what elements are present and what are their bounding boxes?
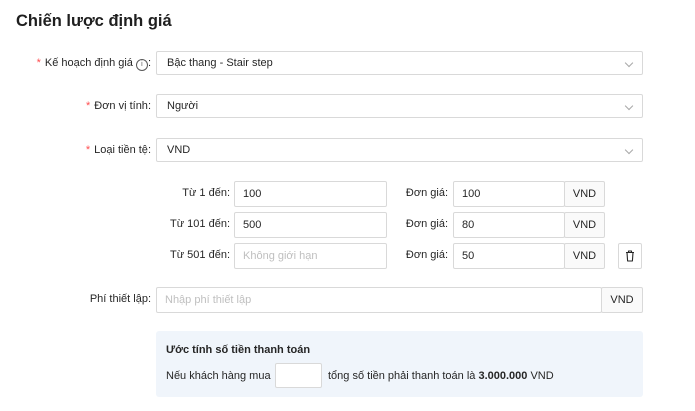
tier-1-currency-addon: VND bbox=[564, 181, 605, 207]
tier-3-currency-addon: VND bbox=[564, 243, 605, 269]
colon: : bbox=[147, 100, 151, 112]
tier-1-price-input[interactable]: 100 bbox=[453, 181, 565, 207]
tier-2-price-input[interactable]: 80 bbox=[453, 212, 565, 238]
tier-1-to-input[interactable]: 100 bbox=[234, 181, 387, 207]
price-label-text: Đơn giá bbox=[405, 249, 445, 261]
tier-to-value: 100 bbox=[243, 188, 262, 200]
unit-label: * Đơn vị tính: bbox=[86, 94, 151, 118]
colon: : bbox=[147, 57, 151, 69]
tier-2-from-label: Từ 101 đến: bbox=[170, 212, 230, 236]
colon: : bbox=[226, 187, 230, 199]
setup-fee-input[interactable]: Nhập phí thiết lập bbox=[156, 287, 602, 313]
delete-tier-button[interactable] bbox=[618, 243, 642, 269]
unit-label-text: Đơn vị tính bbox=[94, 100, 148, 112]
setup-fee-label-text: Phí thiết lập bbox=[89, 293, 148, 305]
currency-label-text: Loại tiền tệ bbox=[94, 144, 148, 156]
tier-3-to-input[interactable]: Không giới hạn bbox=[234, 243, 387, 269]
tier-2-currency-addon: VND bbox=[564, 212, 605, 238]
colon: : bbox=[147, 293, 151, 305]
required-mark: * bbox=[36, 57, 41, 69]
required-mark: * bbox=[85, 100, 91, 112]
payment-estimate-panel bbox=[156, 331, 643, 397]
quantity-input[interactable] bbox=[275, 363, 322, 388]
trash-icon bbox=[626, 250, 634, 262]
price-label-text: Đơn giá bbox=[405, 218, 445, 230]
colon: : bbox=[147, 144, 151, 156]
colon: : bbox=[226, 218, 230, 230]
tier-to-placeholder: Không giới hạn bbox=[243, 250, 318, 262]
currency-label: * Loại tiền tệ: bbox=[86, 138, 151, 162]
info-circle-icon[interactable]: i bbox=[135, 59, 148, 71]
tier-price-value: 80 bbox=[462, 219, 475, 231]
currency-value: VND bbox=[167, 144, 191, 156]
estimate-title: Ước tính số tiền thanh toán bbox=[166, 344, 311, 356]
unit-value: Người bbox=[167, 100, 199, 112]
price-label-text: Đơn giá bbox=[405, 187, 445, 199]
estimate-currency: VND bbox=[530, 370, 554, 382]
colon: : bbox=[226, 249, 230, 261]
chevron-down-icon bbox=[624, 145, 634, 155]
setup-fee-placeholder: Nhập phí thiết lập bbox=[165, 294, 252, 306]
colon: : bbox=[444, 249, 448, 261]
pricing-plan-select[interactable]: Bậc thang - Stair step bbox=[156, 51, 643, 75]
estimate-prefix: Nếu khách hàng mua bbox=[166, 370, 271, 382]
chevron-down-icon bbox=[624, 58, 634, 68]
tier-price-value: 100 bbox=[462, 188, 481, 200]
tier-2-price-label: Đơn giá: bbox=[406, 212, 448, 236]
tier-2-to-input[interactable]: 500 bbox=[234, 212, 387, 238]
colon: : bbox=[444, 187, 448, 199]
page-title: Chiến lược định giá bbox=[16, 12, 172, 30]
tier-from-text: Từ 1 đến bbox=[182, 187, 227, 199]
tier-3-price-label: Đơn giá: bbox=[406, 243, 448, 267]
setup-fee-label: Phí thiết lập: bbox=[90, 287, 151, 311]
tier-from-text: Từ 101 đến bbox=[170, 218, 227, 230]
estimate-total: 3.000.000 bbox=[478, 370, 528, 382]
estimate-result: tổng số tiền phải thanh toán là 3.000.00… bbox=[328, 369, 554, 383]
colon: : bbox=[444, 218, 448, 230]
tier-price-value: 50 bbox=[462, 250, 475, 262]
chevron-down-icon bbox=[624, 101, 634, 111]
tier-from-text: Từ 501 đến bbox=[170, 249, 227, 261]
plan-label: * Kế hoạch định giá i: bbox=[37, 51, 151, 75]
tier-3-from-label: Từ 501 đến: bbox=[170, 243, 230, 267]
tier-1-price-label: Đơn giá: bbox=[406, 181, 448, 205]
unit-select[interactable]: Người bbox=[156, 94, 643, 118]
tier-1-from-label: Từ 1 đến: bbox=[182, 181, 230, 205]
estimate-suffix: tổng số tiền phải thanh toán là bbox=[328, 370, 476, 382]
setup-fee-currency-addon: VND bbox=[601, 287, 643, 313]
plan-label-text: Kế hoạch định giá bbox=[44, 57, 133, 69]
pricing-plan-value: Bậc thang - Stair step bbox=[167, 57, 273, 69]
tier-to-value: 500 bbox=[243, 219, 262, 231]
required-mark: * bbox=[85, 144, 91, 156]
currency-select[interactable]: VND bbox=[156, 138, 643, 162]
tier-3-price-input[interactable]: 50 bbox=[453, 243, 565, 269]
